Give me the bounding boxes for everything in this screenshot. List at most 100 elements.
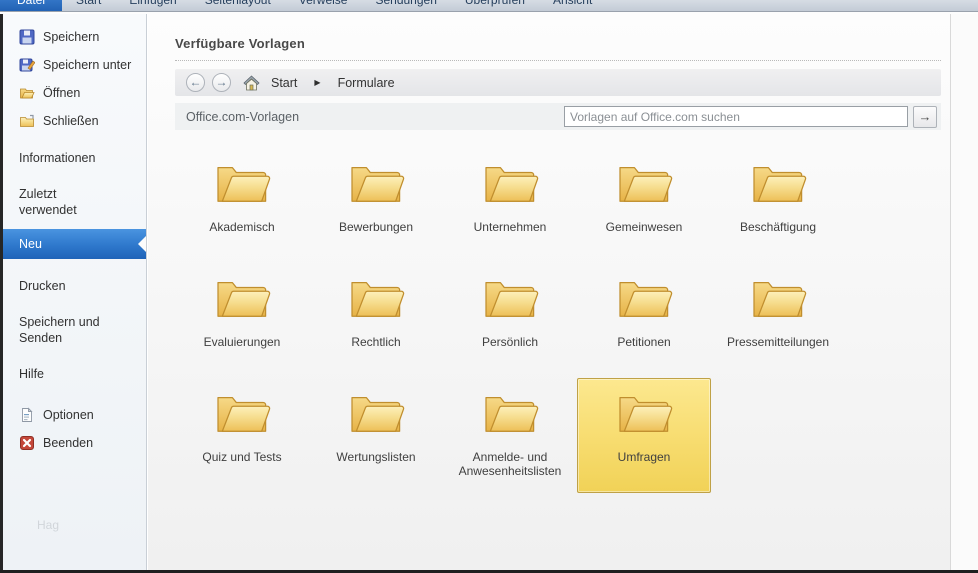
- template-folder-petitionen[interactable]: Petitionen: [577, 263, 711, 378]
- folder-icon: [217, 397, 271, 432]
- folder-label: Rechtlich: [351, 335, 401, 349]
- sidebar-item-label: Speichern und Senden: [19, 315, 100, 345]
- folder-icon: [619, 282, 673, 317]
- folder-label: Pressemitteilungen: [726, 335, 830, 349]
- folder-label: Quiz und Tests: [202, 450, 282, 464]
- folder-icon: [217, 167, 271, 202]
- breadcrumb-current[interactable]: Formulare: [334, 76, 399, 90]
- sidebar-item-label: Speichern: [43, 30, 100, 44]
- folder-label: Gemeinwesen: [605, 220, 683, 234]
- folder-label: Umfragen: [617, 450, 671, 464]
- sidebar-item-label: Beenden: [43, 436, 94, 450]
- closed-folder-icon: [20, 114, 34, 127]
- folder-icon: [351, 397, 405, 432]
- template-folder-wertungslisten[interactable]: Wertungslisten: [309, 378, 443, 493]
- selected-notch: [138, 236, 146, 252]
- sidebar-item-label: Schließen: [43, 114, 99, 128]
- template-folder-gemeinwesen[interactable]: Gemeinwesen: [577, 148, 711, 263]
- sidebar-item-print[interactable]: Drucken: [3, 273, 146, 299]
- folder-icon: [619, 167, 673, 202]
- sidebar-item-label: Neu: [19, 237, 42, 251]
- folder-icon: [753, 167, 807, 202]
- template-folder-umfragen[interactable]: Umfragen: [577, 378, 711, 493]
- sidebar-item-label: Speichern unter: [43, 58, 132, 72]
- search-go-button[interactable]: →: [913, 105, 937, 128]
- folder-icon: [351, 167, 405, 202]
- folder-icon: [753, 282, 807, 317]
- sidebar-item-recent[interactable]: Zuletzt verwendet: [3, 181, 146, 223]
- home-icon[interactable]: [243, 74, 260, 91]
- page-title: Verfügbare Vorlagen: [175, 36, 305, 51]
- ribbon-tab-seitenlayout[interactable]: Seitenlayout: [191, 0, 285, 11]
- office-templates-label: Office.com-Vorlagen: [186, 109, 300, 124]
- template-folder-quiz-und-tests[interactable]: Quiz und Tests: [175, 378, 309, 493]
- template-folder-rechtlich[interactable]: Rechtlich: [309, 263, 443, 378]
- folder-icon: [485, 397, 539, 432]
- folder-icon: [351, 282, 405, 317]
- template-folder-grid: Akademisch Bewerbungen Unternehmen Gemeinwe…: [175, 148, 847, 493]
- folder-label: Akademisch: [209, 220, 275, 234]
- template-folder-pressemitteilungen[interactable]: Pressemitteilungen: [711, 263, 845, 378]
- ribbon-tab-ansicht[interactable]: Ansicht: [539, 0, 606, 11]
- office-templates-bar: Office.com-Vorlagen →: [175, 103, 941, 130]
- template-folder-unternehmen[interactable]: Unternehmen: [443, 148, 577, 263]
- sidebar-item-save-as[interactable]: Speichern unter: [3, 51, 146, 79]
- sidebar-item-new[interactable]: Neu: [3, 229, 146, 259]
- sidebar-item-label: Drucken: [19, 279, 66, 293]
- folder-icon: [485, 167, 539, 202]
- folder-icon: [485, 282, 539, 317]
- folder-icon: [217, 282, 271, 317]
- sidebar-item-label: Zuletzt verwendet: [19, 187, 77, 217]
- folder-label: Beschäftigung: [739, 220, 817, 234]
- sidebar-item-open[interactable]: Öffnen: [3, 79, 146, 107]
- options-icon: [22, 407, 33, 422]
- sidebar-item-label: Hilfe: [19, 367, 45, 381]
- breadcrumb-separator-icon: ▶: [314, 78, 321, 87]
- sidebar-item-options[interactable]: Optionen: [3, 401, 146, 429]
- sidebar-item-label: Öffnen: [43, 86, 81, 100]
- template-folder-anmelde-und-anwesenheitslisten[interactable]: Anmelde- und Anwesenheitslisten: [443, 378, 577, 493]
- title-divider: [175, 60, 941, 61]
- folder-icon: [619, 397, 673, 432]
- forward-button[interactable]: →: [212, 73, 231, 92]
- folder-label: Bewerbungen: [338, 220, 414, 234]
- sidebar-item-label: Informationen: [19, 151, 96, 165]
- exit-icon: [20, 436, 34, 450]
- template-folder-persönlich[interactable]: Persönlich: [443, 263, 577, 378]
- ribbon-tab-einfügen[interactable]: Einfügen: [115, 0, 190, 11]
- template-folder-akademisch[interactable]: Akademisch: [175, 148, 309, 263]
- template-search-input[interactable]: [564, 106, 908, 127]
- sidebar-item-help[interactable]: Hilfe: [3, 361, 146, 387]
- template-folder-beschäftigung[interactable]: Beschäftigung: [711, 148, 845, 263]
- save-icon: [19, 29, 35, 45]
- sidebar-item-info[interactable]: Informationen: [3, 145, 146, 171]
- sidebar-item-exit[interactable]: Beenden: [3, 429, 146, 457]
- template-folder-bewerbungen[interactable]: Bewerbungen: [309, 148, 443, 263]
- ribbon-tab-verweise[interactable]: Verweise: [285, 0, 362, 11]
- folder-label: Evaluierungen: [203, 335, 281, 349]
- ribbon-tab-start[interactable]: Start: [62, 0, 115, 11]
- back-button[interactable]: ←: [186, 73, 205, 92]
- folder-label: Unternehmen: [473, 220, 547, 234]
- preview-pane: [950, 14, 978, 570]
- folder-label: Wertungslisten: [336, 450, 416, 464]
- sidebar-item-label: Optionen: [43, 408, 94, 422]
- folder-label: Persönlich: [481, 335, 539, 349]
- save-as-icon: [19, 58, 35, 72]
- ribbon-tab-datei[interactable]: Datei: [0, 0, 63, 11]
- sidebar-item-close[interactable]: Schließen: [3, 107, 146, 135]
- open-folder-icon: [20, 88, 35, 99]
- template-folder-evaluierungen[interactable]: Evaluierungen: [175, 263, 309, 378]
- sidebar-item-save[interactable]: Speichern: [3, 23, 146, 51]
- templates-panel: Verfügbare Vorlagen ← → Start ▶ Formular…: [148, 14, 950, 570]
- backstage-sidebar: Speichern Speichern unter Öffnen Schließ…: [3, 14, 147, 570]
- ribbon-tab-überprüfen[interactable]: Überprüfen: [451, 0, 539, 11]
- ribbon-tabbar: Datei Start Einfügen Seitenlayout Verweise Se…: [0, 0, 978, 11]
- folder-label: Petitionen: [617, 335, 671, 349]
- watermark-text: Hag: [37, 518, 60, 532]
- ribbon-tab-sendungen[interactable]: Sendungen: [361, 0, 450, 11]
- sidebar-item-save-send[interactable]: Speichern und Senden: [3, 309, 146, 351]
- breadcrumb-root[interactable]: Start: [267, 76, 301, 90]
- folder-label: Anmelde- und Anwesenheitslisten: [458, 450, 562, 478]
- template-navbar: ← → Start ▶ Formulare: [175, 69, 941, 96]
